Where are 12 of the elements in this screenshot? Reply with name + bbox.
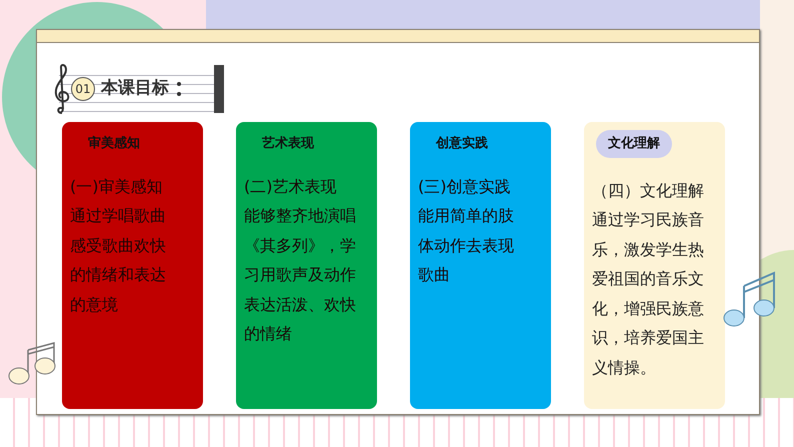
repeat-dots-icon: [177, 81, 181, 97]
title-pill: 文化理解: [596, 130, 672, 158]
section-number: 01: [71, 77, 95, 101]
card-text: (一)审美感知 通过学唱歌曲 感受歌曲欢快 的情绪和表达 的意境: [70, 176, 167, 316]
card-text: (二)艺术表现 能够整齐地演唱 《其多列》，学 习用歌声及动作 表达活泼、欢快 的情绪: [244, 176, 357, 345]
card-text: （四）文化理解 通过学习民族音 乐，激发学生热 爱祖国的音乐文 化，增强民族意 识，培养爱国主 义情操。: [592, 180, 705, 378]
section-title: 本课目标: [101, 77, 169, 100]
card-title: 创意实践: [436, 134, 489, 153]
card-title: 艺术表现: [262, 135, 315, 153]
card-title: 审美感知: [88, 134, 141, 153]
card-text: (三)创意实践 能用简单的肢 体动作去表现 歌曲: [418, 176, 515, 286]
treble-clef-icon: [53, 63, 71, 115]
